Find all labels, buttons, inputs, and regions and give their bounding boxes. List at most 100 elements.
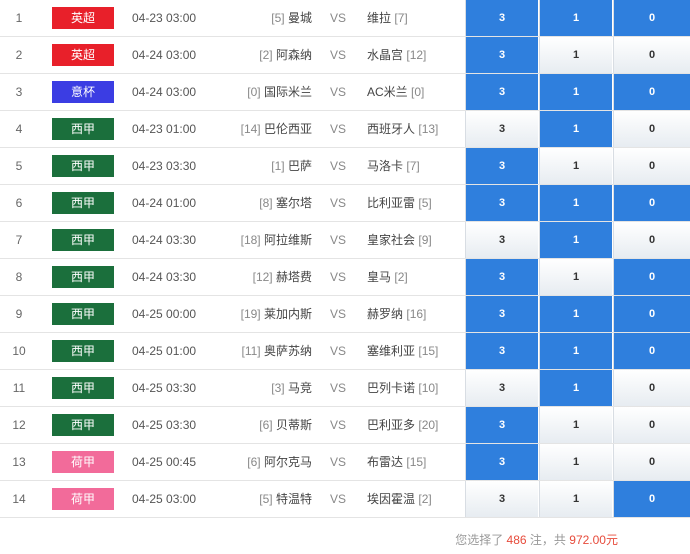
odd-lose-button[interactable]: 0 <box>613 111 690 147</box>
home-team-cell: [6] 阿尔克马 <box>212 444 312 480</box>
match-time: 04-25 00:45 <box>132 455 197 469</box>
odd-win-button[interactable]: 3 <box>465 444 538 480</box>
home-team-cell: [5] 特温特 <box>212 481 312 517</box>
league-badge[interactable]: 西甲 <box>52 192 114 214</box>
odd-win-button[interactable]: 3 <box>465 481 538 517</box>
match-row: 4 西甲 04-23 01:00 [14] 巴伦西亚 VS 西班牙人 [13] 3 1 0 <box>0 111 690 148</box>
league-badge[interactable]: 西甲 <box>52 266 114 288</box>
league-badge[interactable]: 西甲 <box>52 229 114 251</box>
vs-label: VS <box>329 270 346 284</box>
odd-lose-button[interactable]: 0 <box>613 444 690 480</box>
league-badge[interactable]: 西甲 <box>52 155 114 177</box>
odd-lose-button[interactable]: 0 <box>613 259 690 295</box>
league-cell: 意杯 <box>52 74 114 110</box>
league-badge[interactable]: 西甲 <box>52 340 114 362</box>
league-badge[interactable]: 荷甲 <box>52 488 114 510</box>
match-index: 12 <box>12 418 26 432</box>
home-team: 巴伦西亚 <box>263 122 312 136</box>
away-team-cell: 西班牙人 [13] <box>367 111 462 147</box>
odd-win-button[interactable]: 3 <box>465 111 538 147</box>
odd-lose-button[interactable]: 0 <box>613 370 690 406</box>
match-index: 3 <box>15 85 23 99</box>
odd-win-button[interactable]: 3 <box>465 0 538 36</box>
odd-win-button[interactable]: 3 <box>465 333 538 369</box>
odd-win-button[interactable]: 3 <box>465 74 538 110</box>
odd-draw-button[interactable]: 1 <box>539 222 612 258</box>
away-rank: [0] <box>411 85 425 99</box>
league-badge[interactable]: 意杯 <box>52 81 114 103</box>
odd-win-button[interactable]: 3 <box>465 37 538 73</box>
odd-draw-button[interactable]: 1 <box>539 481 612 517</box>
odd-draw-button[interactable]: 1 <box>539 333 612 369</box>
home-rank: [12] <box>252 270 273 284</box>
odd-lose-button[interactable]: 0 <box>613 185 690 221</box>
odd-lose-button[interactable]: 0 <box>613 37 690 73</box>
vs-label: VS <box>329 122 346 136</box>
league-cell: 荷甲 <box>52 444 114 480</box>
odd-lose-button[interactable]: 0 <box>613 407 690 443</box>
match-time: 04-24 03:00 <box>132 85 197 99</box>
odd-win-button[interactable]: 3 <box>465 222 538 258</box>
odd-lose-button[interactable]: 0 <box>613 74 690 110</box>
home-team: 奥萨苏纳 <box>263 344 312 358</box>
home-team: 特温特 <box>275 492 312 506</box>
odd-draw-button[interactable]: 1 <box>539 185 612 221</box>
league-badge[interactable]: 荷甲 <box>52 451 114 473</box>
match-index: 1 <box>15 11 23 25</box>
match-time: 04-23 01:00 <box>132 122 197 136</box>
odd-draw-button[interactable]: 1 <box>539 111 612 147</box>
odd-win-button[interactable]: 3 <box>465 259 538 295</box>
odd-draw-button[interactable]: 1 <box>539 74 612 110</box>
odd-lose-button[interactable]: 0 <box>613 148 690 184</box>
away-team-cell: 塞维利亚 [15] <box>367 333 462 369</box>
odd-lose-button[interactable]: 0 <box>613 333 690 369</box>
odd-lose-button[interactable]: 0 <box>613 222 690 258</box>
league-cell: 西甲 <box>52 407 114 443</box>
away-team: 巴列卡诺 <box>367 381 416 395</box>
away-team-cell: 比利亚雷 [5] <box>367 185 462 221</box>
home-team: 莱加内斯 <box>263 307 312 321</box>
league-badge[interactable]: 西甲 <box>52 303 114 325</box>
odd-draw-button[interactable]: 1 <box>539 296 612 332</box>
league-badge[interactable]: 英超 <box>52 7 114 29</box>
league-badge[interactable]: 西甲 <box>52 414 114 436</box>
match-row: 7 西甲 04-24 03:30 [18] 阿拉维斯 VS 皇家社会 [9] 3 1 0 <box>0 222 690 259</box>
match-index: 6 <box>15 196 23 210</box>
away-rank: [10] <box>418 381 439 395</box>
league-badge[interactable]: 西甲 <box>52 377 114 399</box>
odd-draw-button[interactable]: 1 <box>539 407 612 443</box>
home-team: 曼城 <box>287 11 312 25</box>
odd-win-button[interactable]: 3 <box>465 148 538 184</box>
match-index: 7 <box>15 233 23 247</box>
home-team-cell: [1] 巴萨 <box>212 148 312 184</box>
away-rank: [13] <box>418 122 439 136</box>
odd-lose-button[interactable]: 0 <box>613 0 690 36</box>
home-rank: [5] <box>259 492 273 506</box>
odd-win-button[interactable]: 3 <box>465 407 538 443</box>
vs-label: VS <box>329 11 346 25</box>
home-rank: [14] <box>240 122 261 136</box>
odd-win-button[interactable]: 3 <box>465 296 538 332</box>
vs-label: VS <box>329 344 346 358</box>
home-team: 赫塔费 <box>275 270 312 284</box>
odd-win-button[interactable]: 3 <box>465 185 538 221</box>
league-badge[interactable]: 西甲 <box>52 118 114 140</box>
odd-lose-button[interactable]: 0 <box>613 296 690 332</box>
odd-draw-button[interactable]: 1 <box>539 148 612 184</box>
odd-win-button[interactable]: 3 <box>465 370 538 406</box>
odd-draw-button[interactable]: 1 <box>539 259 612 295</box>
vs-label: VS <box>329 418 346 432</box>
odd-lose-button[interactable]: 0 <box>613 481 690 517</box>
odd-draw-button[interactable]: 1 <box>539 370 612 406</box>
away-team-cell: 皇马 [2] <box>367 259 462 295</box>
league-cell: 西甲 <box>52 148 114 184</box>
odd-draw-button[interactable]: 1 <box>539 37 612 73</box>
odd-draw-button[interactable]: 1 <box>539 0 612 36</box>
league-badge[interactable]: 英超 <box>52 44 114 66</box>
match-row: 5 西甲 04-23 03:30 [1] 巴萨 VS 马洛卡 [7] 3 1 0 <box>0 148 690 185</box>
home-rank: [11] <box>241 344 261 358</box>
odd-draw-button[interactable]: 1 <box>539 444 612 480</box>
match-time: 04-25 01:00 <box>132 344 197 358</box>
match-row: 14 荷甲 04-25 03:00 [5] 特温特 VS 埃因霍温 [2] 3 1 0 <box>0 481 690 518</box>
away-rank: [16] <box>406 307 427 321</box>
